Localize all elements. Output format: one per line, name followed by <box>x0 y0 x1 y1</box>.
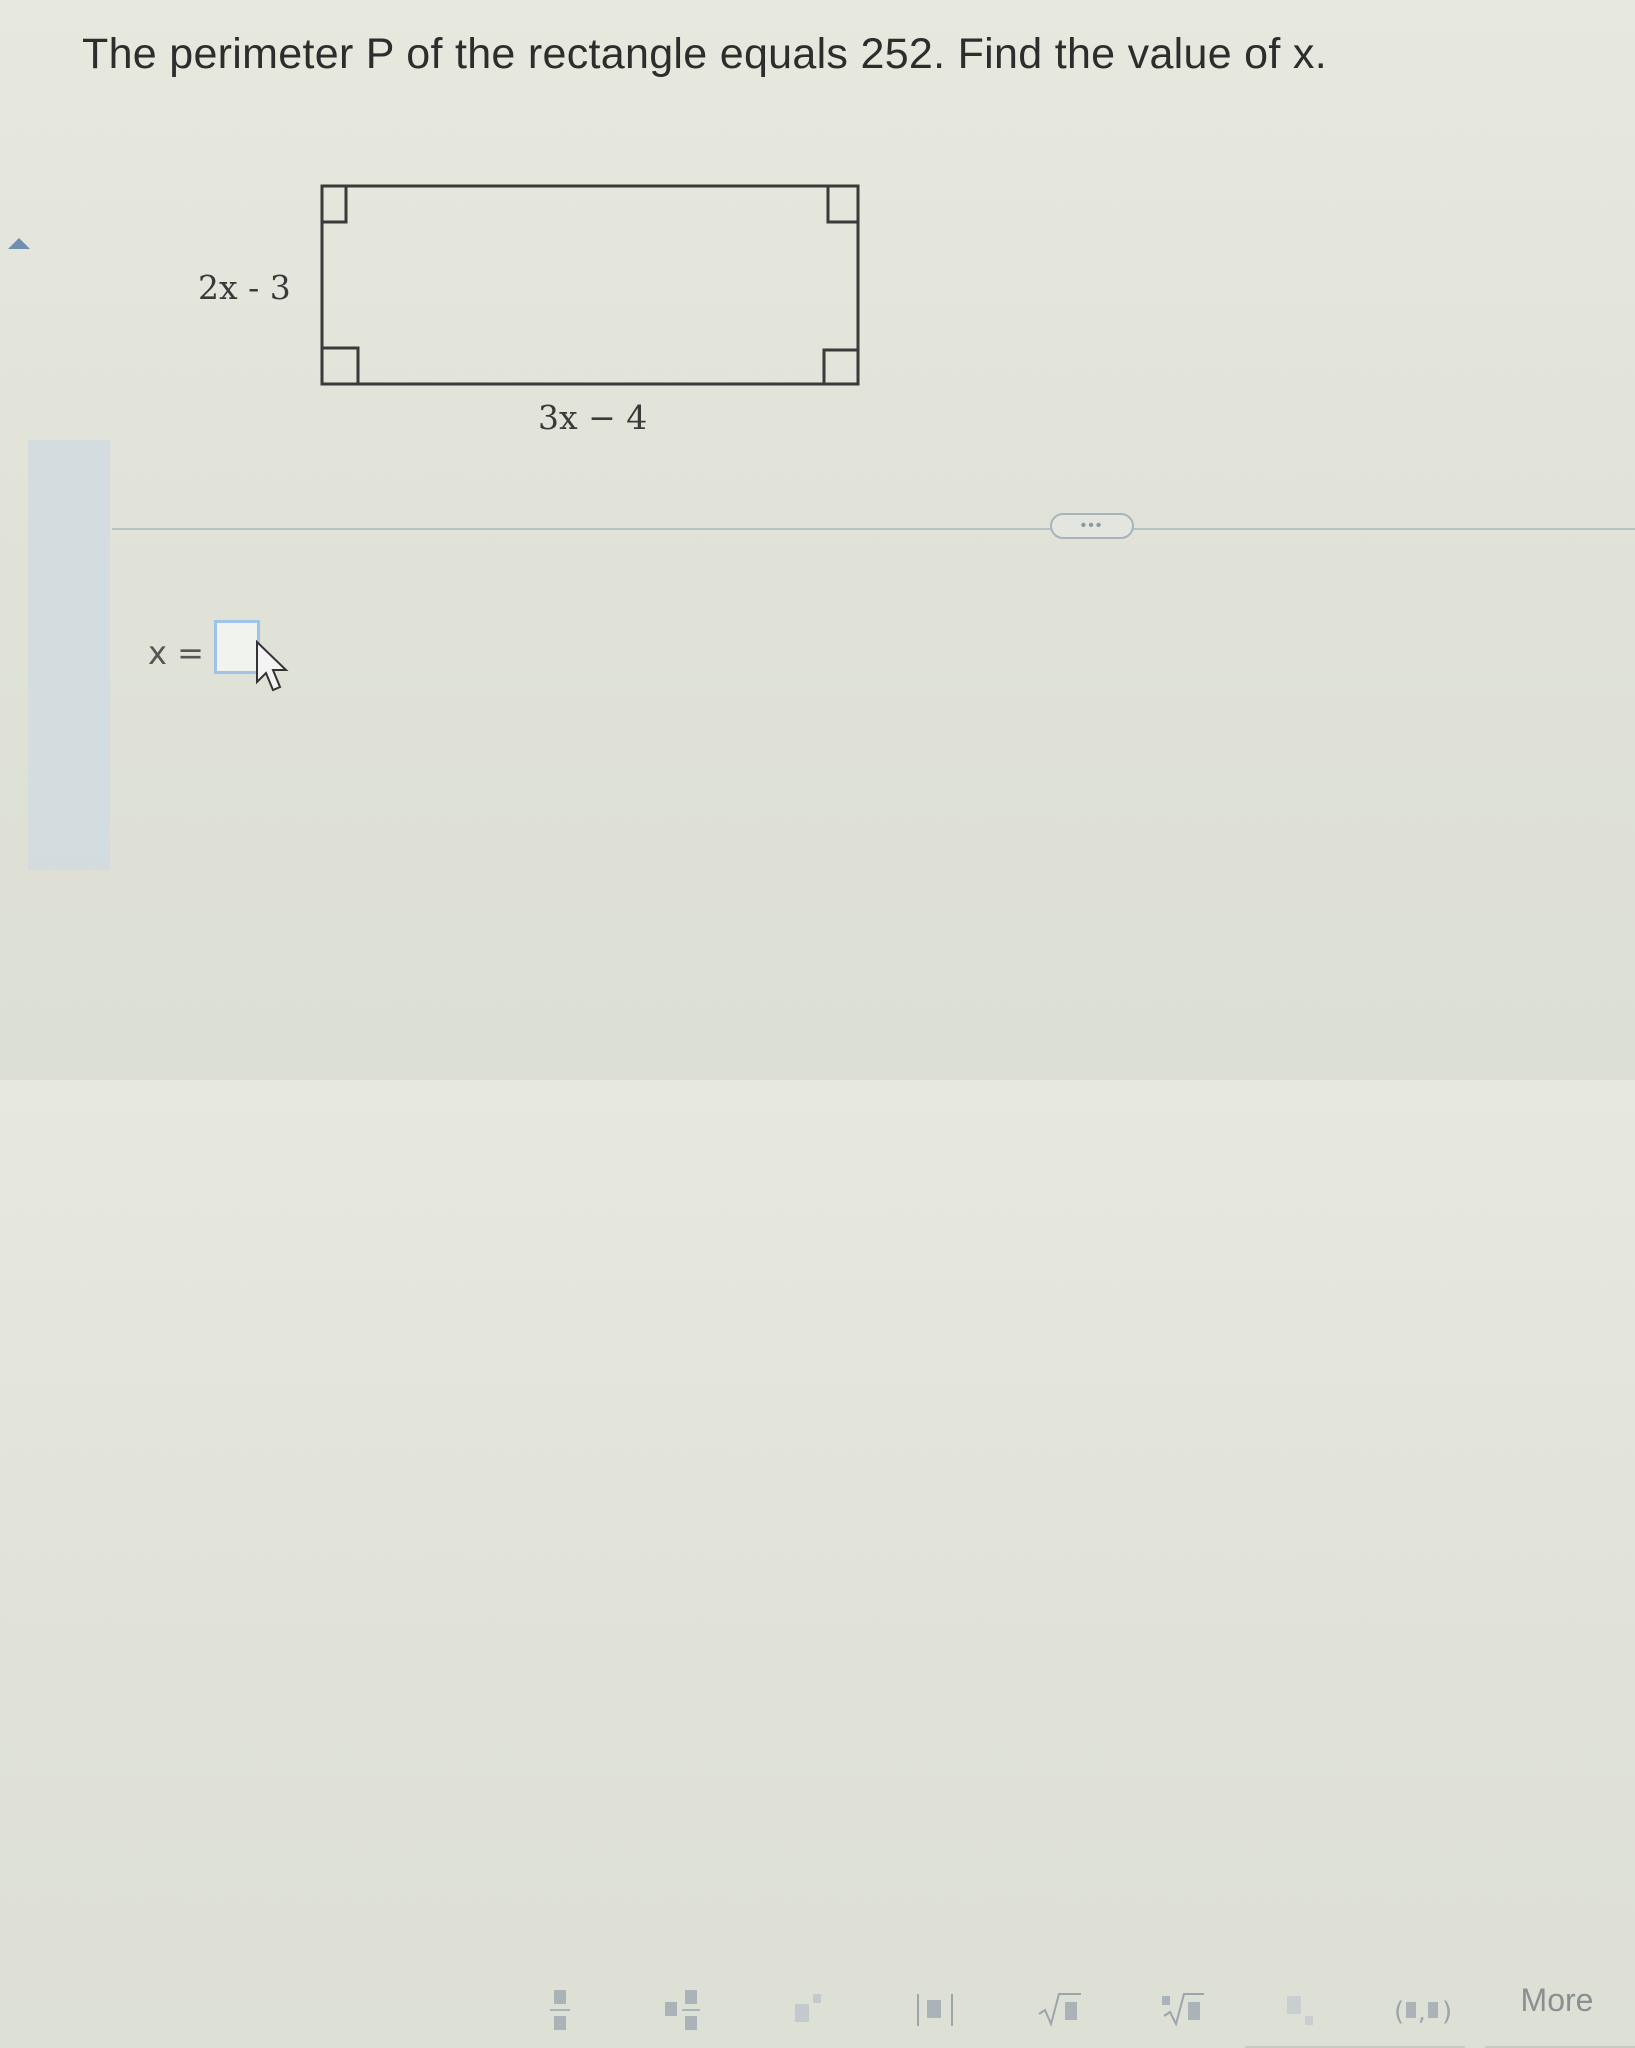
svg-text:): ) <box>1442 1997 1452 2027</box>
width-label: 3x − 4 <box>538 398 648 437</box>
exponent-tool-icon[interactable] <box>790 1980 830 2040</box>
answer-input[interactable] <box>214 620 260 674</box>
square-root-tool-icon[interactable] <box>1035 1980 1085 2040</box>
nth-root-tool-icon[interactable] <box>1158 1980 1208 2040</box>
absolute-value-tool-icon[interactable] <box>910 1980 960 2040</box>
fraction-tool-icon[interactable] <box>540 1980 580 2040</box>
svg-text:(: ( <box>1394 1997 1404 2027</box>
ordered-pair-tool-icon[interactable]: ( , ) <box>1388 1980 1458 2040</box>
right-angle-marker-bottom-left <box>322 346 360 384</box>
rectangle-diagram <box>320 184 860 386</box>
rectangle-shape <box>320 184 860 386</box>
answer-label: x = <box>148 634 204 672</box>
svg-text:,: , <box>1418 1998 1426 2026</box>
height-label: 2x - 3 <box>198 268 291 307</box>
mixed-number-tool-icon[interactable] <box>660 1980 710 2040</box>
mouse-pointer-icon <box>256 640 289 692</box>
expand-ellipsis-button[interactable]: ••• <box>1050 513 1134 539</box>
math-toolbar: ( , ) More <box>0 980 1635 2048</box>
more-button[interactable]: More <box>1488 1970 1626 2030</box>
side-scroll-panel[interactable] <box>28 440 110 870</box>
right-angle-marker-top-right <box>826 186 858 224</box>
section-divider <box>112 528 1635 530</box>
subscript-tool-icon[interactable] <box>1282 1980 1322 2040</box>
right-angle-marker-bottom-right <box>822 348 858 384</box>
right-angle-marker-top-left <box>322 186 348 224</box>
